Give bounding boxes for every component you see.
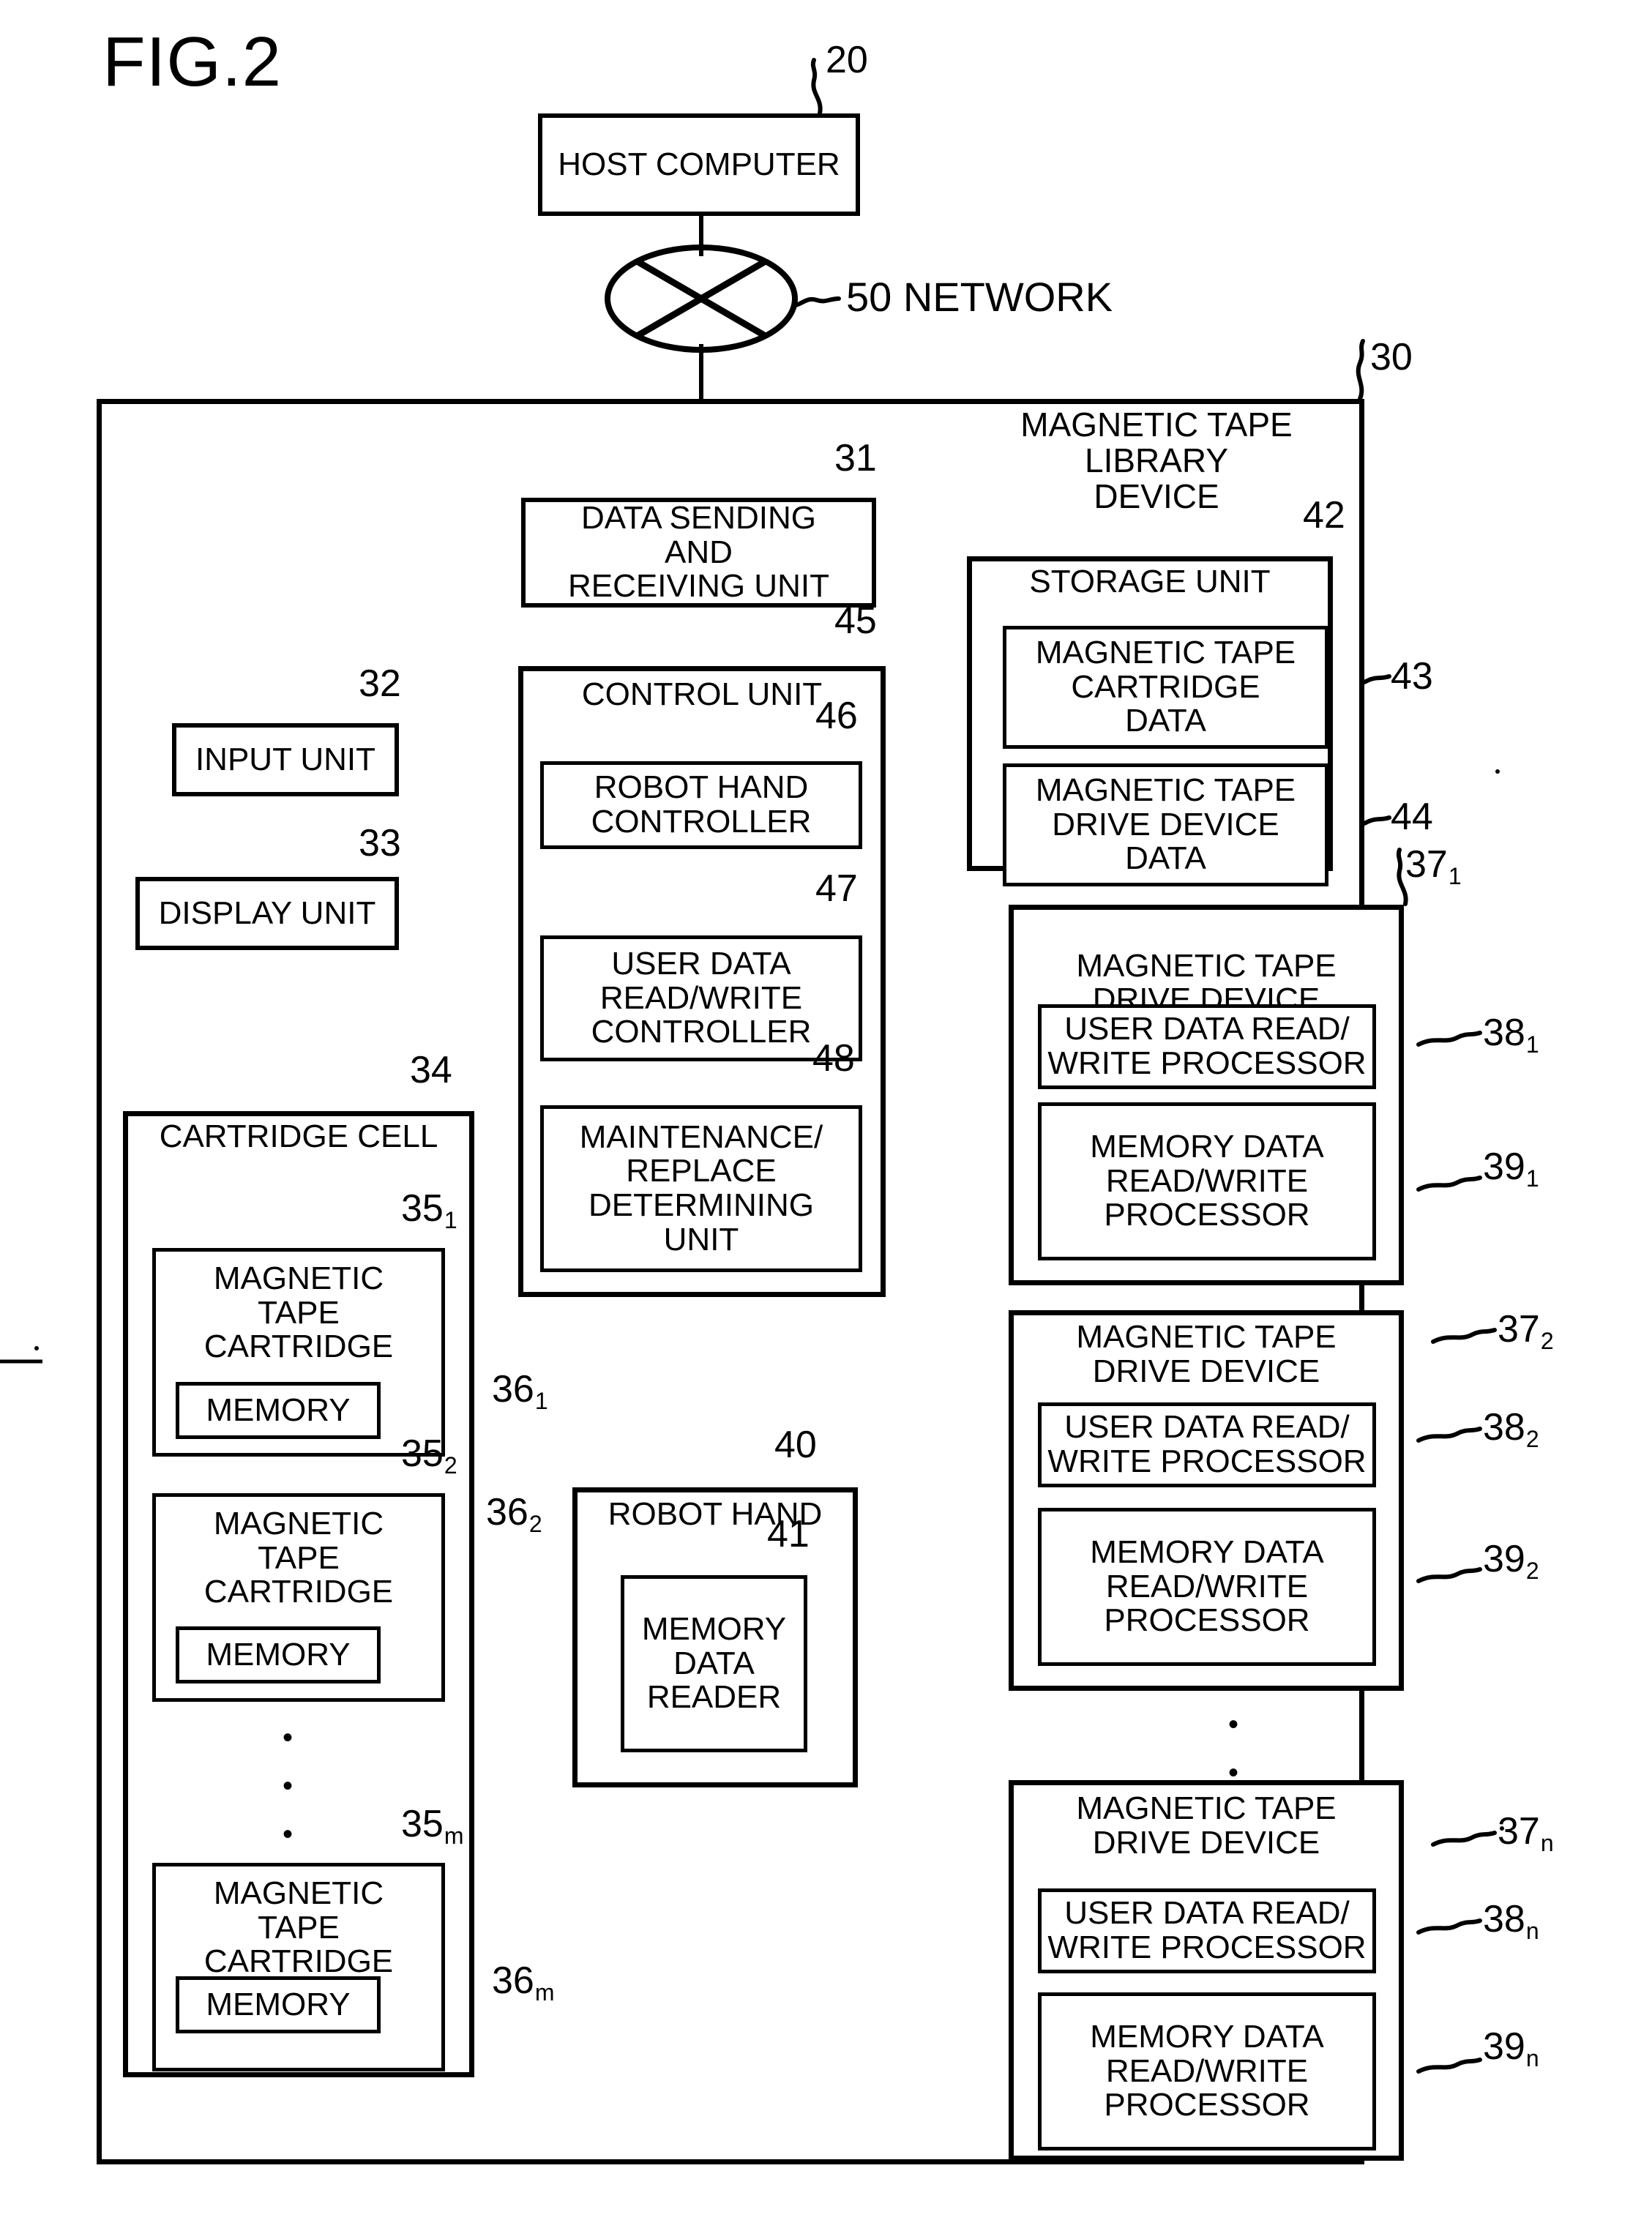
- storage-unit-label: STORAGE UNIT: [1029, 564, 1271, 599]
- cartridge-2-memory-box: MEMORY: [176, 1626, 381, 1683]
- cartridge-cell-label: CARTRIDGE CELL: [159, 1118, 438, 1154]
- ref-39-1: 391: [1483, 1146, 1539, 1192]
- ref-38-1: 381: [1483, 1012, 1539, 1058]
- data-send-receive-unit-label: DATA SENDING AND RECEIVING UNIT: [568, 500, 829, 605]
- patent-figure-canvas: FIG.2 HOST COMPUTER 20 50 NETWORK MAGNET…: [0, 0, 1652, 2231]
- robot-hand-controller-box: ROBOT HAND CONTROLLER: [540, 761, 862, 849]
- ref-31: 31: [834, 437, 877, 479]
- ref-35-2: 352: [401, 1432, 457, 1479]
- ref-30: 30: [1370, 336, 1413, 378]
- ref-39-n: 39n: [1483, 2025, 1539, 2071]
- drive-n-user-processor-box: USER DATA READ/ WRITE PROCESSOR: [1038, 1888, 1376, 1973]
- drive-2-user-processor-label: USER DATA READ/ WRITE PROCESSOR: [1047, 1409, 1367, 1479]
- drive-device-1-label: MAGNETIC TAPE DRIVE DEVICE: [1076, 947, 1337, 1018]
- ref-37-1: 371: [1405, 843, 1462, 889]
- drive-device-data-box: MAGNETIC TAPE DRIVE DEVICE DATA: [1003, 763, 1328, 886]
- network-symbol: [605, 244, 798, 353]
- ref-44: 44: [1391, 796, 1433, 838]
- ref-37-n: 37n: [1498, 1810, 1554, 1856]
- drive-2-memory-processor-label: MEMORY DATA READ/WRITE PROCESSOR: [1090, 1534, 1324, 1639]
- ref-36-1: 361: [492, 1368, 548, 1414]
- drive-device-n-label: MAGNETIC TAPE DRIVE DEVICE: [1076, 1790, 1337, 1861]
- ref-38-n: 38n: [1483, 1898, 1539, 1944]
- drive-2-memory-processor-box: MEMORY DATA READ/WRITE PROCESSOR: [1038, 1508, 1376, 1666]
- robot-hand-label: ROBOT HAND: [608, 1496, 823, 1532]
- ref-45: 45: [834, 599, 877, 642]
- ref-35-m: 35m: [401, 1803, 464, 1849]
- ref-38-2: 382: [1483, 1406, 1539, 1452]
- drive-1-user-processor-label: USER DATA READ/ WRITE PROCESSOR: [1047, 1011, 1367, 1081]
- ref-47: 47: [815, 867, 858, 910]
- cartridge-ellipsis: • • •: [283, 1722, 294, 1850]
- cartridge-data-box: MAGNETIC TAPE CARTRIDGE DATA: [1003, 626, 1328, 749]
- cartridge-m-label: MAGNETIC TAPE CARTRIDGE: [203, 1875, 394, 1980]
- cartridge-1-memory-box: MEMORY: [176, 1382, 381, 1439]
- drive-2-user-processor-box: USER DATA READ/ WRITE PROCESSOR: [1038, 1402, 1376, 1487]
- ref-42: 42: [1303, 494, 1345, 537]
- host-computer-box: HOST COMPUTER: [538, 113, 860, 216]
- maintenance-replace-unit-label: MAINTENANCE/ REPLACE DETERMINING UNIT: [579, 1118, 823, 1257]
- library-device-label: MAGNETIC TAPE LIBRARY DEVICE: [1020, 406, 1293, 515]
- drive-1-memory-processor-box: MEMORY DATA READ/WRITE PROCESSOR: [1038, 1102, 1376, 1260]
- cartridge-2-memory-label: MEMORY: [206, 1636, 351, 1673]
- robot-hand-controller-label: ROBOT HAND CONTROLLER: [591, 769, 812, 840]
- drive-n-memory-processor-box: MEMORY DATA READ/WRITE PROCESSOR: [1038, 1992, 1376, 2150]
- magnetic-tape-cartridge-m-box: MAGNETIC TAPE CARTRIDGE: [152, 1863, 445, 2071]
- display-unit-label: DISPLAY UNIT: [158, 894, 376, 931]
- cartridge-1-label: MAGNETIC TAPE CARTRIDGE: [203, 1260, 394, 1365]
- ref-36-2: 362: [486, 1491, 542, 1537]
- drive-device-data-label: MAGNETIC TAPE DRIVE DEVICE DATA: [1035, 772, 1296, 877]
- ref-46: 46: [815, 695, 858, 737]
- memory-data-reader-box: MEMORY DATA READER: [621, 1575, 807, 1752]
- ref-35-1: 351: [401, 1187, 457, 1233]
- drive-1-user-processor-box: USER DATA READ/ WRITE PROCESSOR: [1038, 1004, 1376, 1089]
- drive-n-user-processor-label: USER DATA READ/ WRITE PROCESSOR: [1047, 1895, 1367, 1965]
- ref-50-network: 50 NETWORK: [846, 274, 1113, 320]
- ref-34: 34: [410, 1049, 452, 1091]
- maintenance-replace-unit-box: MAINTENANCE/ REPLACE DETERMINING UNIT: [540, 1105, 862, 1272]
- host-computer-label: HOST COMPUTER: [558, 146, 840, 182]
- ref-20: 20: [826, 39, 868, 81]
- drive-device-2-label: MAGNETIC TAPE DRIVE DEVICE: [1076, 1319, 1337, 1389]
- wire-host-to-network: [699, 212, 703, 256]
- ref-43: 43: [1391, 655, 1433, 698]
- memory-data-reader-label: MEMORY DATA READER: [641, 1611, 787, 1716]
- ref-48: 48: [812, 1037, 855, 1080]
- cartridge-m-memory-box: MEMORY: [176, 1976, 381, 2033]
- cartridge-m-memory-label: MEMORY: [206, 1986, 351, 2022]
- ref-40: 40: [774, 1424, 817, 1466]
- ref-37-2: 372: [1498, 1308, 1554, 1354]
- data-send-receive-unit-box: DATA SENDING AND RECEIVING UNIT: [521, 498, 876, 608]
- display-unit-box: DISPLAY UNIT: [135, 877, 399, 950]
- drive-n-memory-processor-label: MEMORY DATA READ/WRITE PROCESSOR: [1090, 2019, 1324, 2123]
- figure-title: FIG.2: [102, 23, 283, 101]
- drive-1-memory-processor-label: MEMORY DATA READ/WRITE PROCESSOR: [1090, 1129, 1324, 1233]
- cartridge-2-label: MAGNETIC TAPE CARTRIDGE: [203, 1506, 394, 1610]
- ref-32: 32: [359, 662, 401, 705]
- input-unit-box: INPUT UNIT: [172, 723, 399, 796]
- cartridge-data-label: MAGNETIC TAPE CARTRIDGE DATA: [1035, 635, 1296, 739]
- cartridge-1-memory-label: MEMORY: [206, 1391, 351, 1428]
- user-data-rw-controller-label: USER DATA READ/WRITE CONTROLLER: [591, 946, 812, 1050]
- ref-39-2: 392: [1483, 1538, 1539, 1584]
- ref-36-m: 36m: [492, 1959, 555, 2006]
- input-unit-label: INPUT UNIT: [195, 741, 376, 777]
- ref-41: 41: [767, 1513, 810, 1555]
- ref-33: 33: [359, 822, 401, 864]
